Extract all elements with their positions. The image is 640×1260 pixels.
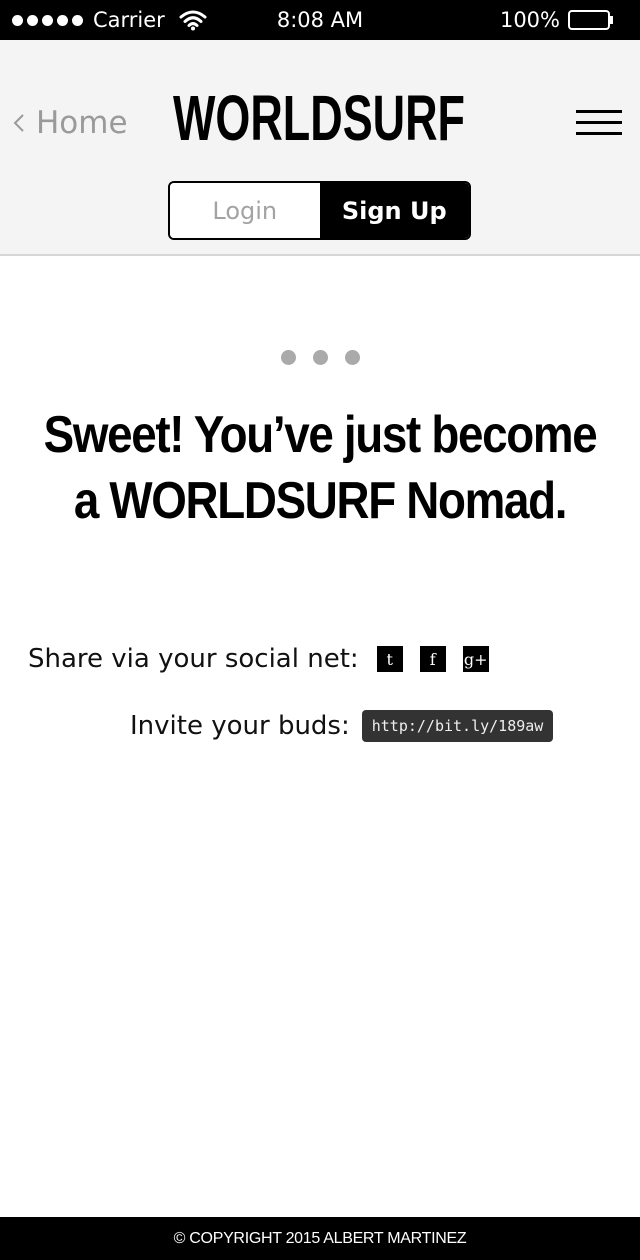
invite-label: Invite your buds: [130, 711, 350, 741]
twitter-icon[interactable]: t [376, 646, 403, 672]
back-home-link[interactable]: Home [12, 105, 128, 141]
copyright-text: © COPYRIGHT 2015 ALBERT MARTINEZ [173, 1229, 467, 1247]
dot [345, 350, 360, 365]
logo-text: WORLDSURF [173, 84, 465, 144]
battery-icon [568, 10, 613, 30]
menu-icon[interactable] [576, 110, 622, 136]
share-row: Share via your social net: t f g+ [28, 638, 506, 680]
tab-sign-up[interactable]: Sign Up [319, 183, 469, 238]
auth-tabs: Login Sign Up [168, 181, 471, 240]
status-bar-right: 100% [500, 0, 614, 40]
app-header: Home WORLDSURF Login Sign Up [0, 40, 640, 256]
chevron-left-icon [13, 114, 24, 132]
success-headline: Sweet! You’ve just become a WORLDSURF No… [38, 402, 601, 534]
headline-line-1: Sweet! You’ve just become [43, 406, 598, 464]
dot [281, 350, 296, 365]
invite-link[interactable]: http://bit.ly/189aw [361, 710, 554, 742]
facebook-icon[interactable]: f [419, 646, 446, 672]
back-label: Home [36, 105, 128, 141]
loading-dots [281, 350, 360, 365]
logo-mark: WORLDSURF [173, 82, 465, 154]
footer: © COPYRIGHT 2015 ALBERT MARTINEZ [0, 1217, 640, 1260]
headline-line-2: a WORLDSURF Nomad. [73, 472, 568, 530]
worldsurf-logo[interactable]: WORLDSURF [173, 82, 465, 154]
dot [313, 350, 328, 365]
battery-percent: 100% [499, 8, 560, 32]
status-bar: Carrier 8:08 AM 100% [0, 0, 640, 40]
invite-row: Invite your buds: http://bit.ly/189aw [130, 705, 554, 747]
google-plus-icon[interactable]: g+ [462, 646, 489, 672]
share-label: Share via your social net: [28, 644, 359, 674]
tab-login[interactable]: Login [170, 183, 320, 238]
